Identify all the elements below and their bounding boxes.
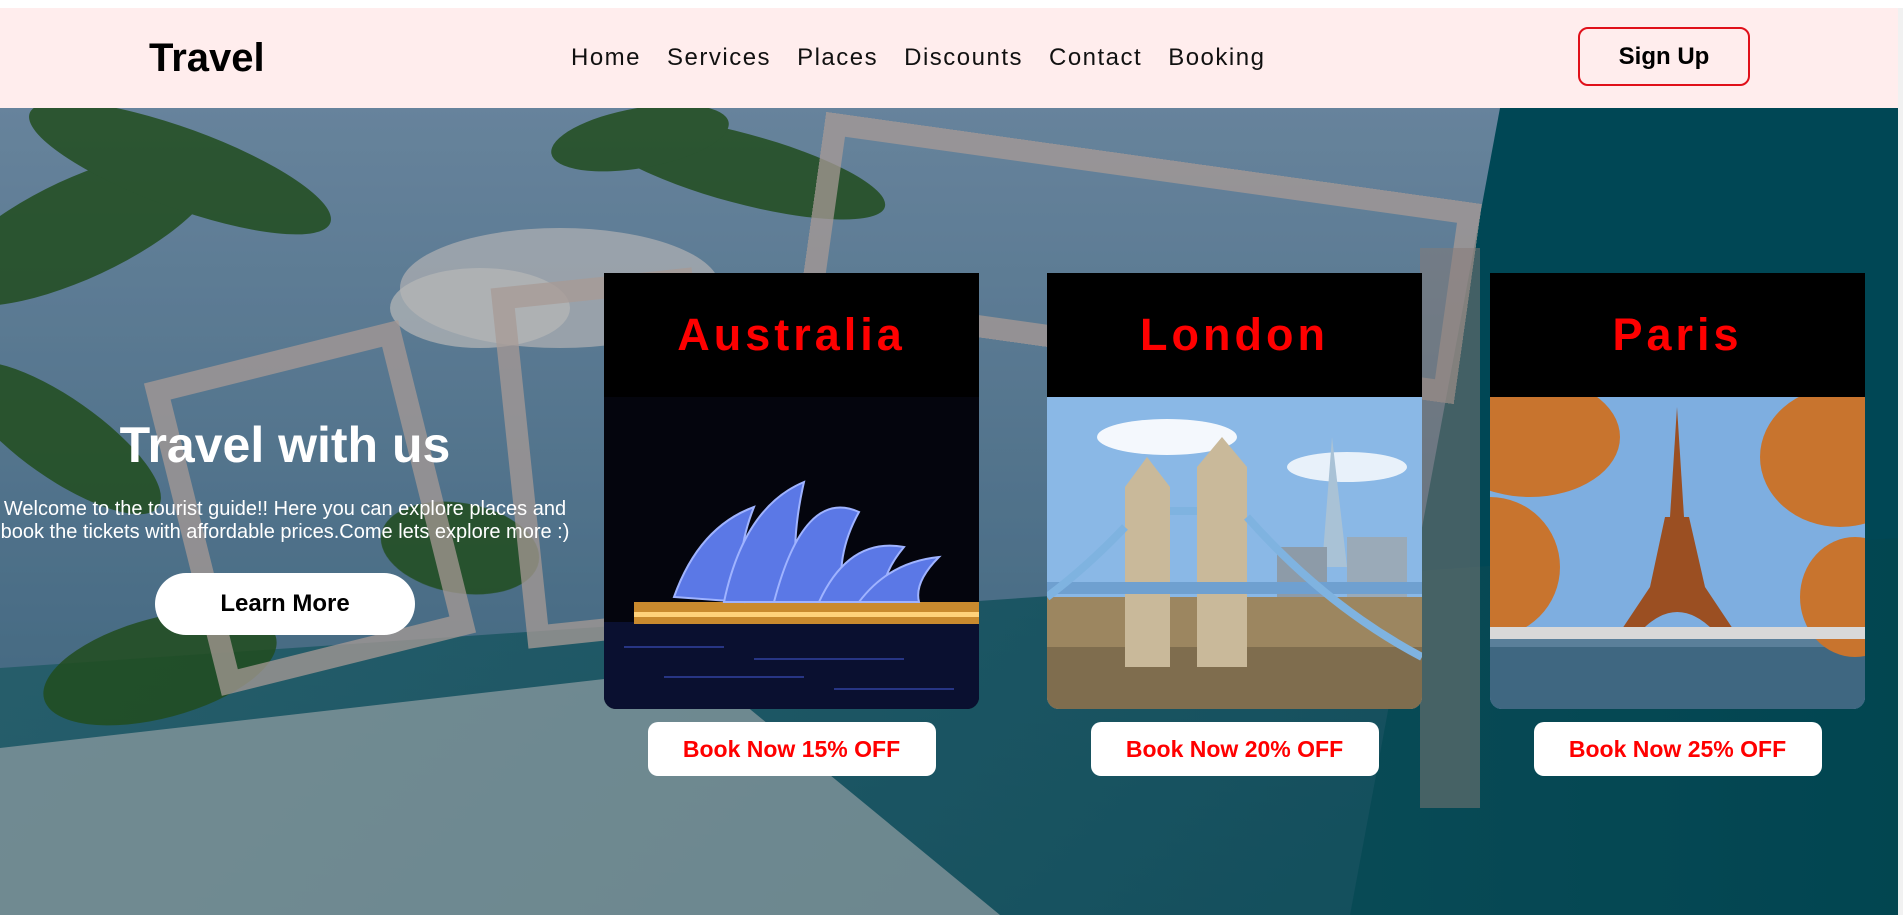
hero-description: Welcome to the tourist guide!! Here you … — [0, 498, 570, 543]
book-now-australia-button[interactable]: Book Now 15% OFF — [647, 722, 936, 776]
hero-title: Travel with us — [119, 417, 451, 473]
destination-title: Paris — [1612, 309, 1743, 360]
destination-card-paris: Paris Book Now 25% OFF — [1490, 273, 1865, 776]
page-scrollbar[interactable] — [1898, 8, 1903, 915]
book-now-london-button[interactable]: Book Now 20% OFF — [1090, 722, 1379, 776]
navbar: Travel Home Services Places Discounts Co… — [0, 8, 1898, 108]
nav-discounts[interactable]: Discounts — [904, 44, 1023, 72]
sign-up-button[interactable]: Sign Up — [1578, 27, 1750, 86]
learn-more-button[interactable]: Learn More — [155, 573, 415, 635]
book-now-paris-button[interactable]: Book Now 25% OFF — [1533, 722, 1822, 776]
nav-booking[interactable]: Booking — [1168, 44, 1265, 72]
eiffel-tower-icon[interactable] — [1490, 397, 1865, 709]
main-nav: Home Services Places Discounts Contact B… — [571, 44, 1265, 72]
site-logo[interactable]: Travel — [149, 36, 265, 81]
sydney-opera-house-icon[interactable] — [604, 397, 979, 709]
destination-card-london: London Book Now 20% OFF — [1047, 273, 1422, 776]
nav-services[interactable]: Services — [667, 44, 771, 72]
destination-card-australia: Australia Book Now 15% OFF — [604, 273, 979, 776]
destination-title: Australia — [677, 309, 906, 360]
nav-home[interactable]: Home — [571, 44, 641, 72]
tower-bridge-icon[interactable] — [1047, 397, 1422, 709]
card-header: Australia — [604, 273, 979, 397]
nav-contact[interactable]: Contact — [1049, 44, 1142, 72]
destination-title: London — [1140, 309, 1329, 360]
hero-section: Travel with us Welcome to the tourist gu… — [0, 108, 1898, 915]
nav-places[interactable]: Places — [797, 44, 878, 72]
card-header: London — [1047, 273, 1422, 397]
card-header: Paris — [1490, 273, 1865, 397]
